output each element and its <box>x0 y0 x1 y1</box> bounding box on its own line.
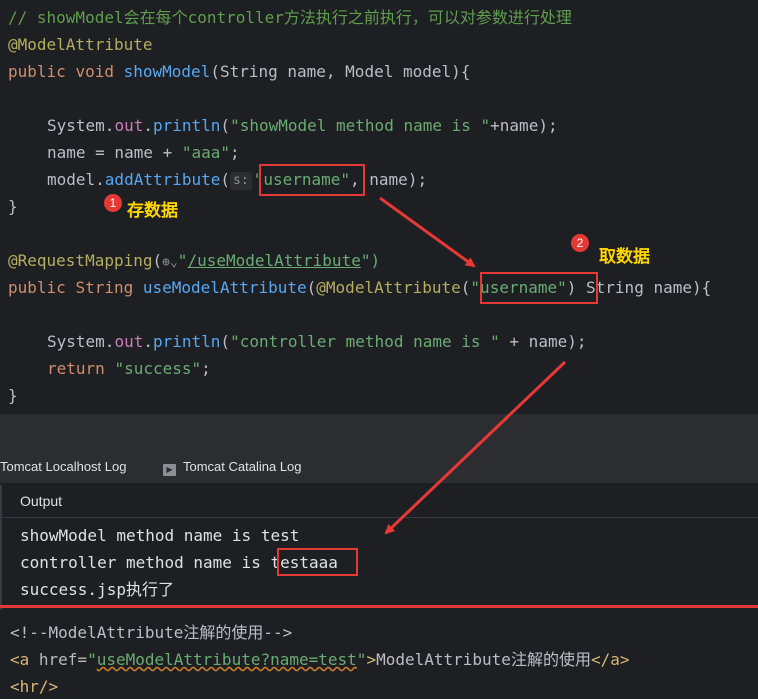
param-hint: s: <box>230 172 252 190</box>
code-comment: // showModel会在每个controller方法执行之前执行，可以对参数… <box>8 8 572 27</box>
badge-2: 2 <box>571 234 589 252</box>
label-fetch-data: 取数据 <box>599 247 650 266</box>
highlight-box-output <box>277 548 358 576</box>
tool-window-tabs: Tomcat Localhost Log ▶ Tomcat Catalina Lo… <box>0 450 758 484</box>
request-mapping-line: @RequestMapping(⊕⌄"/useModelAttribute") <box>8 247 380 274</box>
output-line: showModel method name is test <box>20 526 300 545</box>
route-link: /useModelAttribute <box>187 251 361 270</box>
method-showmodel-signature: public void showModel(String name, Model… <box>8 62 471 81</box>
add-attribute-line: model.addAttribute(s: "username", name); <box>47 170 428 190</box>
tab-tomcat-localhost-log[interactable]: Tomcat Localhost Log <box>0 450 126 484</box>
println-controller: System.out.println("controller method na… <box>47 332 587 351</box>
output-panel[interactable]: Output showModel method name is test con… <box>0 485 758 610</box>
html-editor[interactable]: <!--ModelAttribute注解的使用--> <a href="useM… <box>0 610 758 699</box>
brace-close-1: } <box>8 197 18 216</box>
tab-tomcat-catalina-log[interactable]: ▶ Tomcat Catalina Log <box>163 450 302 484</box>
badge-1: 1 <box>104 194 122 212</box>
globe-icon: ⊕⌄ <box>162 255 178 270</box>
return-line: return "success"; <box>47 359 211 378</box>
html-anchor-line: <a href="useModelAttribute?name=test">Mo… <box>10 650 630 669</box>
output-divider <box>2 517 758 518</box>
output-line: success.jsp执行了 <box>20 580 174 599</box>
annotation-model-attribute: @ModelAttribute <box>8 35 153 54</box>
brace-close-2: } <box>8 386 18 405</box>
label-store-data: 存数据 <box>127 201 178 220</box>
highlight-box-fetch <box>480 272 598 304</box>
highlight-box-store <box>259 164 365 196</box>
println-showmodel: System.out.println("showModel method nam… <box>47 116 558 135</box>
href-value: useModelAttribute?name=test <box>96 650 357 669</box>
method-usemodelattribute-signature: public String useModelAttribute(@ModelAt… <box>8 278 712 297</box>
divider-red-line <box>0 605 758 608</box>
output-title: Output <box>20 493 63 509</box>
panel-gap <box>0 414 758 450</box>
html-hr-line: <hr/> <box>10 677 59 696</box>
name-concat-line: name = name + "aaa"; <box>47 143 240 162</box>
html-comment: <!--ModelAttribute注解的使用--> <box>10 623 293 642</box>
terminal-icon: ▶ <box>163 464 176 476</box>
